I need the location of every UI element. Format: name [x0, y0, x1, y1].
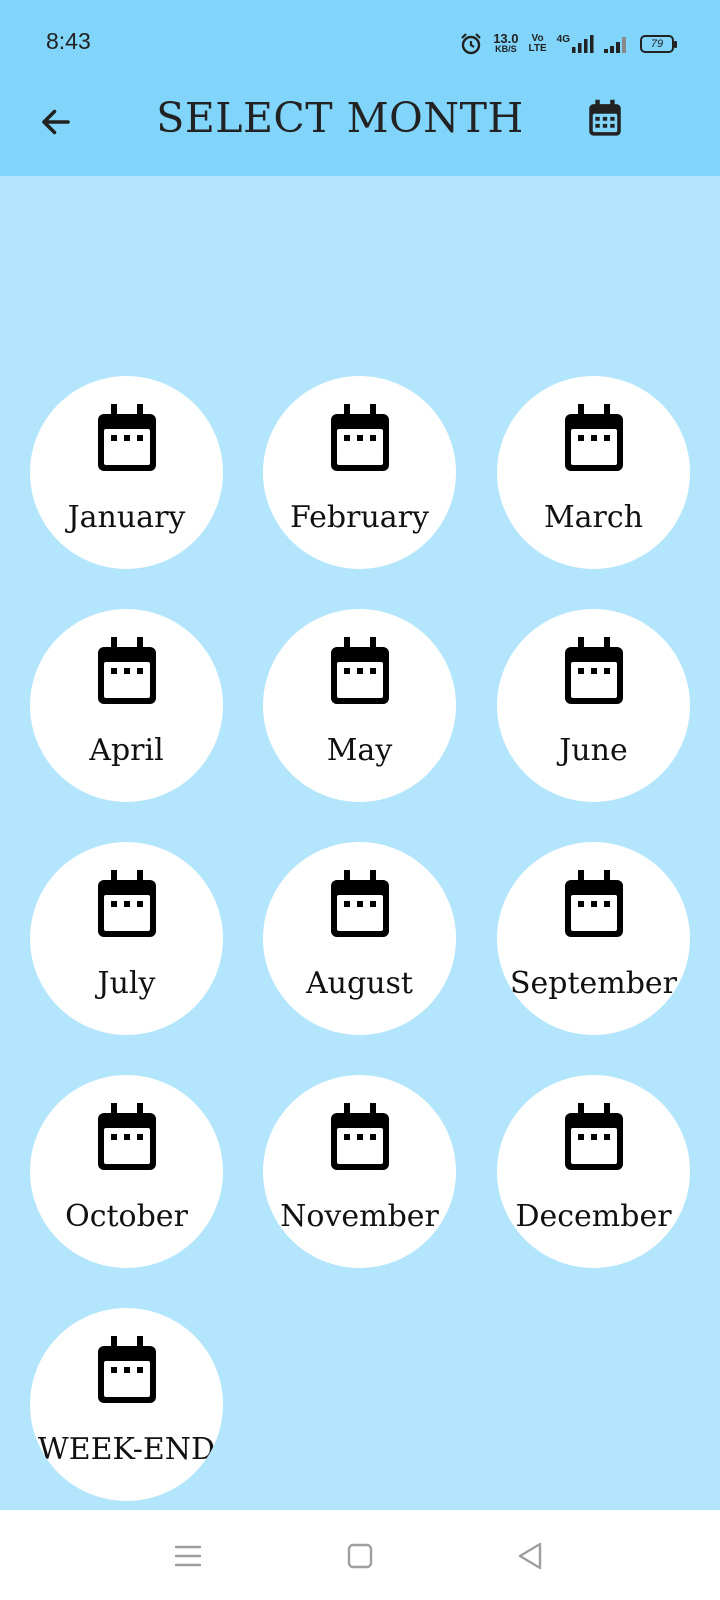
month-card-june[interactable]: June [497, 609, 690, 802]
month-card-january[interactable]: January [30, 376, 223, 569]
battery-level: 79 [650, 38, 664, 50]
menu-icon [174, 1545, 202, 1567]
calendar-icon [329, 870, 391, 940]
back-triangle-icon [518, 1542, 542, 1570]
month-card-july[interactable]: July [30, 842, 223, 1035]
month-label: November [280, 1199, 439, 1234]
month-label: August [306, 966, 413, 1001]
net-speed-unit: KB/S [495, 44, 517, 54]
calendar-icon [329, 1103, 391, 1173]
signal-group-1: 4G [557, 34, 594, 54]
status-bar: 8:43 13.0 KB/S Vo LTE 4G 79 [0, 0, 720, 86]
calendar-icon [563, 870, 625, 940]
month-label: March [543, 500, 644, 535]
month-card-march[interactable]: March [497, 376, 690, 569]
net-speed: 13.0 KB/S [493, 31, 519, 55]
app-bar: SELECT MONTH [0, 86, 720, 176]
system-nav-bar [0, 1510, 720, 1600]
home-square-icon [347, 1543, 373, 1569]
month-label: October [65, 1199, 188, 1234]
month-card-august[interactable]: August [263, 842, 456, 1035]
calendar-icon [563, 1103, 625, 1173]
month-label: January [67, 500, 186, 535]
month-label: May [326, 733, 393, 768]
menu-button[interactable] [168, 1538, 208, 1574]
status-time: 8:43 [46, 28, 91, 54]
home-button[interactable] [340, 1538, 380, 1574]
calendar-icon [96, 1103, 158, 1173]
calendar-icon [589, 99, 621, 136]
calendar-icon [96, 637, 158, 707]
month-label: April [89, 733, 164, 768]
month-card-week-end[interactable]: WEEK-END [30, 1308, 223, 1501]
month-label: WEEK-END [37, 1432, 216, 1467]
calendar-icon [96, 870, 158, 940]
month-label: June [559, 733, 628, 768]
status-icons: 13.0 KB/S Vo LTE 4G 79 [459, 29, 677, 59]
month-card-september[interactable]: September [497, 842, 690, 1035]
month-label: December [515, 1199, 672, 1234]
net-speed-value: 13.0 [493, 31, 519, 46]
month-label: July [97, 966, 156, 1001]
signal-icon [604, 37, 626, 53]
month-label: February [290, 500, 429, 535]
network-type: 4G [556, 34, 570, 45]
nav-back-button[interactable] [510, 1538, 550, 1574]
signal-icon [572, 35, 594, 53]
month-label: September [509, 966, 678, 1001]
volte-bottom: LTE [528, 43, 547, 54]
alarm-icon [461, 33, 481, 55]
calendar-icon [563, 404, 625, 474]
calendar-icon [329, 404, 391, 474]
month-card-may[interactable]: May [263, 609, 456, 802]
calendar-icon [563, 637, 625, 707]
calendar-icon [96, 1336, 158, 1406]
battery-icon: 79 [640, 35, 677, 53]
month-card-november[interactable]: November [263, 1075, 456, 1268]
month-card-october[interactable]: October [30, 1075, 223, 1268]
calendar-icon [329, 637, 391, 707]
volte-badge: Vo LTE [529, 34, 547, 54]
calendar-icon [96, 404, 158, 474]
month-card-february[interactable]: February [263, 376, 456, 569]
month-card-december[interactable]: December [497, 1075, 690, 1268]
month-card-april[interactable]: April [30, 609, 223, 802]
